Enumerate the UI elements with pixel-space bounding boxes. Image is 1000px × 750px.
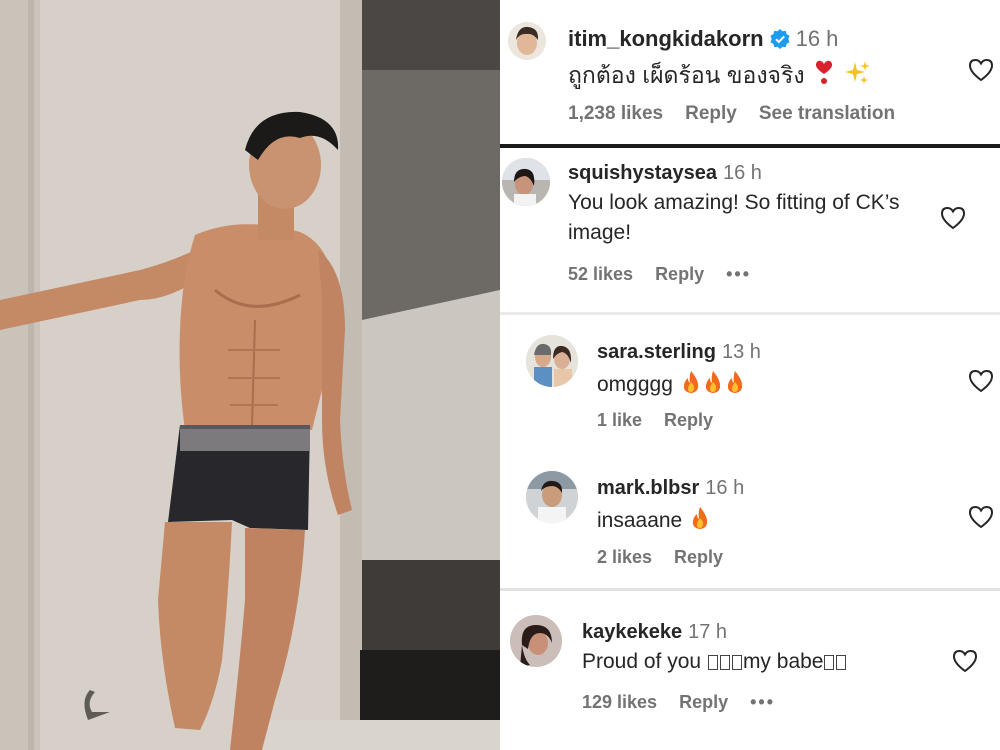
- avatar[interactable]: [510, 615, 562, 667]
- likes-count[interactable]: 1,238 likes: [568, 103, 663, 124]
- comment-text: Proud of you my babe: [582, 650, 847, 674]
- comment-username[interactable]: kaykekeke 17 h: [582, 621, 727, 644]
- comment-sara-sterling: sara.sterling 13 h omgggg 1 like Reply: [500, 315, 1000, 455]
- reply-button[interactable]: Reply: [664, 410, 713, 430]
- comment-username[interactable]: sara.sterling 13 h: [597, 341, 761, 364]
- comment-squishystaysea: squishystaysea 16 h You look amazing! So …: [500, 148, 1000, 312]
- fire-emoji: [705, 371, 720, 393]
- comment-text: insaaane: [597, 506, 710, 533]
- fire-emoji: [683, 371, 698, 393]
- like-heart-icon[interactable]: [968, 58, 994, 82]
- comment-kaykekeke: kaykekeke 17 h Proud of you my babe 129 l…: [500, 591, 1000, 750]
- comment-text: omgggg: [597, 370, 745, 397]
- fire-emoji: [692, 507, 708, 529]
- reply-button[interactable]: Reply: [674, 547, 723, 567]
- comment-itim: itim_kongkidakorn 16 h ถูกต้อง เผ็ดร้อน ข…: [500, 0, 1000, 145]
- comment-actions: 2 likes Reply: [597, 547, 745, 568]
- reply-button[interactable]: Reply: [679, 692, 728, 712]
- comment-actions: 1 like Reply: [597, 410, 735, 431]
- comment-text-line-2: image!: [568, 221, 632, 244]
- comment-time: 16 h: [705, 477, 745, 499]
- like-heart-icon[interactable]: [968, 369, 994, 393]
- comment-time: 17 h: [688, 621, 728, 643]
- likes-count[interactable]: 2 likes: [597, 547, 652, 567]
- see-translation-button[interactable]: See translation: [759, 103, 895, 124]
- post-photo: [0, 0, 500, 750]
- comment-actions: 129 likes Reply •••: [582, 692, 797, 713]
- fire-emoji: [727, 371, 742, 393]
- comment-text: ถูกต้อง เผ็ดร้อน ของจริง: [568, 58, 871, 94]
- unsupported-glyph-icon: [824, 655, 835, 670]
- comment-time: 16 h: [795, 26, 839, 51]
- like-heart-icon[interactable]: [952, 649, 978, 673]
- reply-button[interactable]: Reply: [685, 103, 737, 124]
- comment-username[interactable]: mark.blbsr 16 h: [597, 477, 744, 500]
- likes-count[interactable]: 52 likes: [568, 264, 633, 284]
- avatar[interactable]: [508, 22, 546, 60]
- unsupported-glyph-icon: [731, 655, 742, 670]
- likes-count[interactable]: 129 likes: [582, 692, 657, 712]
- avatar[interactable]: [526, 471, 578, 523]
- comment-username[interactable]: squishystaysea 16 h: [568, 162, 762, 185]
- comment-actions: 52 likes Reply •••: [568, 264, 773, 285]
- comment-actions: 1,238 likes Reply See translation: [568, 103, 917, 125]
- reply-button[interactable]: Reply: [655, 264, 704, 284]
- unsupported-glyph-icon: [707, 655, 718, 670]
- like-heart-icon[interactable]: [940, 206, 966, 230]
- likes-count[interactable]: 1 like: [597, 410, 642, 430]
- verified-badge-icon: [770, 29, 790, 49]
- sparkles-emoji: [845, 61, 871, 84]
- comment-time: 13 h: [721, 341, 761, 363]
- comment-username[interactable]: itim_kongkidakorn 16 h: [568, 26, 838, 52]
- comment-text-line-1: You look amazing! So fitting of CK’s: [568, 191, 900, 214]
- more-options-icon[interactable]: •••: [726, 264, 751, 284]
- avatar[interactable]: [502, 158, 550, 206]
- model-photo-illustration: [0, 0, 500, 750]
- unsupported-glyph-icon: [719, 655, 730, 670]
- like-heart-icon[interactable]: [968, 505, 994, 529]
- comment-time: 16 h: [722, 162, 762, 184]
- comment-mark-blbsr: mark.blbsr 16 h insaaane 2 likes Reply: [500, 455, 1000, 590]
- more-options-icon[interactable]: •••: [750, 692, 775, 712]
- avatar[interactable]: [526, 335, 578, 387]
- unsupported-glyph-icon: [836, 655, 847, 670]
- heart-exclamation-emoji: [815, 60, 833, 84]
